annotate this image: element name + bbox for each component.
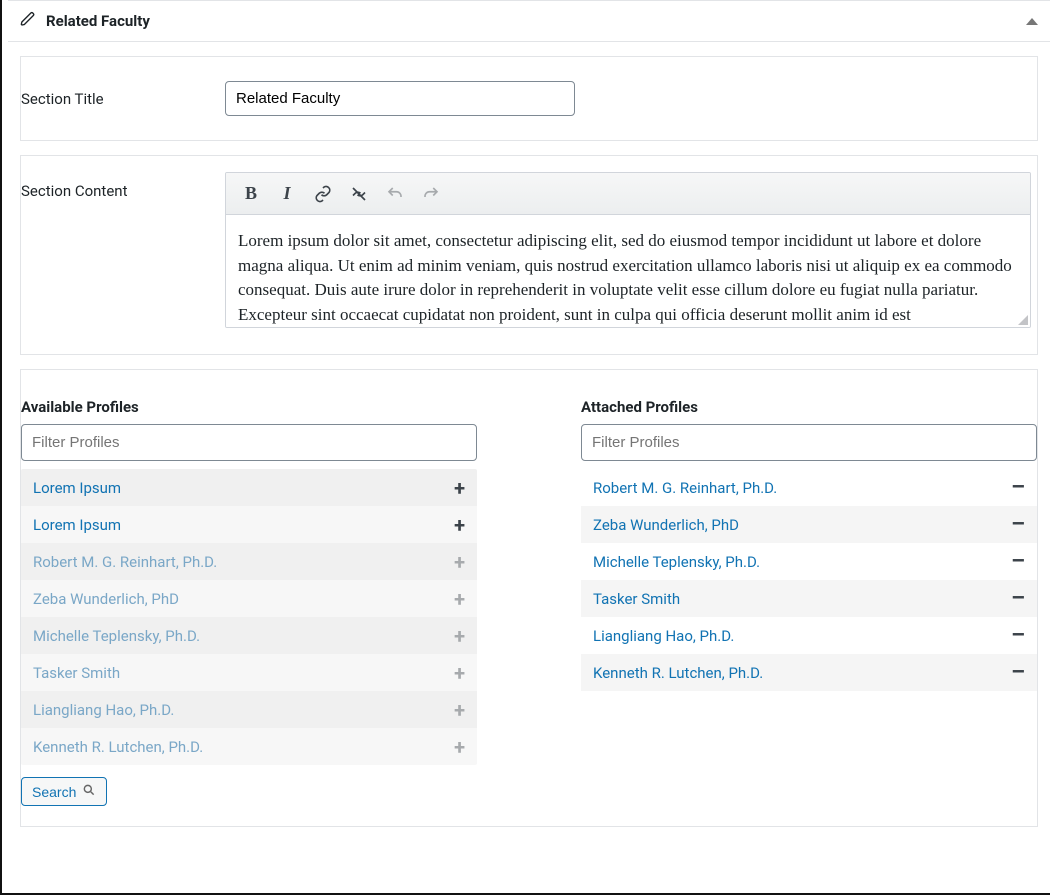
plus-icon[interactable]: + [454,661,465,685]
profile-name: Michelle Teplensky, Ph.D. [593,553,760,571]
redo-icon[interactable] [420,183,442,205]
profile-name: Michelle Teplensky, Ph.D. [33,627,200,645]
available-profile-item[interactable]: Lorem Ipsum + [21,506,477,543]
minus-icon[interactable]: – [1011,625,1025,647]
profile-name: Lorem Ipsum [33,479,121,497]
plus-icon[interactable]: + [454,587,465,611]
minus-icon[interactable]: – [1011,662,1025,684]
available-profiles-heading: Available Profiles [21,398,477,416]
attached-profile-item[interactable]: Liangliang Hao, Ph.D. – [581,617,1037,654]
panel-header[interactable]: Related Faculty [8,0,1050,42]
available-profiles-list: Lorem Ipsum+Lorem Ipsum+Robert M. G. Rei… [21,469,477,765]
available-profile-item[interactable]: Robert M. G. Reinhart, Ph.D. + [21,543,477,580]
collapse-icon[interactable] [1026,18,1038,25]
profile-name: Liangliang Hao, Ph.D. [33,701,174,719]
bold-icon[interactable]: B [240,183,262,205]
attached-profile-item[interactable]: Robert M. G. Reinhart, Ph.D. – [581,469,1037,506]
available-profile-item[interactable]: Kenneth R. Lutchen, Ph.D. + [21,728,477,765]
profile-name: Lorem Ipsum [33,516,121,534]
plus-icon[interactable]: + [454,698,465,722]
section-title-label: Section Title [21,90,225,108]
profile-name: Tasker Smith [33,664,120,682]
section-title-box: Section Title [20,56,1038,141]
attached-profiles-heading: Attached Profiles [581,398,1037,416]
profile-name: Liangliang Hao, Ph.D. [593,627,734,645]
attached-profile-item[interactable]: Michelle Teplensky, Ph.D. – [581,543,1037,580]
section-title-input[interactable] [225,81,575,116]
attached-profiles-list: Robert M. G. Reinhart, Ph.D.–Zeba Wunder… [581,469,1037,691]
profile-name: Tasker Smith [593,590,680,608]
plus-icon[interactable]: + [454,624,465,648]
editor-body[interactable]: Lorem ipsum dolor sit amet, consectetur … [226,215,1030,327]
resize-grip-icon[interactable] [1018,315,1028,325]
minus-icon[interactable]: – [1011,551,1025,573]
minus-icon[interactable]: – [1011,514,1025,536]
attached-profile-item[interactable]: Zeba Wunderlich, PhD – [581,506,1037,543]
profile-name: Zeba Wunderlich, PhD [33,590,179,608]
magnifier-icon [82,783,96,800]
attached-filter-input[interactable] [581,424,1037,461]
available-profile-item[interactable]: Zeba Wunderlich, PhD + [21,580,477,617]
profile-name: Zeba Wunderlich, PhD [593,516,739,534]
section-content-label: Section Content [21,172,225,200]
available-profile-item[interactable]: Liangliang Hao, Ph.D. + [21,691,477,728]
profile-name: Kenneth R. Lutchen, Ph.D. [593,664,763,682]
available-profile-item[interactable]: Michelle Teplensky, Ph.D. + [21,617,477,654]
editor-toolbar: B I [226,173,1030,215]
editor-body-text: Lorem ipsum dolor sit amet, consectetur … [238,231,1012,324]
minus-icon[interactable]: – [1011,588,1025,610]
available-profile-item[interactable]: Tasker Smith + [21,654,477,691]
available-filter-input[interactable] [21,424,477,461]
section-content-box: Section Content B I [20,155,1038,355]
attached-profile-item[interactable]: Tasker Smith – [581,580,1037,617]
profile-name: Robert M. G. Reinhart, Ph.D. [33,553,217,571]
available-profile-item[interactable]: Lorem Ipsum + [21,469,477,506]
search-button-label: Search [32,784,76,800]
plus-icon[interactable]: + [454,513,465,537]
plus-icon[interactable]: + [454,735,465,759]
minus-icon[interactable]: – [1011,477,1025,499]
link-icon[interactable] [312,183,334,205]
plus-icon[interactable]: + [454,550,465,574]
profile-name: Kenneth R. Lutchen, Ph.D. [33,738,203,756]
plus-icon[interactable]: + [454,476,465,500]
attached-profile-item[interactable]: Kenneth R. Lutchen, Ph.D. – [581,654,1037,691]
profile-name: Robert M. G. Reinhart, Ph.D. [593,479,777,497]
pencil-icon [20,11,36,31]
panel-title: Related Faculty [46,12,1026,30]
rich-text-editor: B I [225,172,1031,328]
profiles-box: Available Profiles Lorem Ipsum+Lorem Ips… [20,369,1038,827]
search-button[interactable]: Search [21,777,107,806]
italic-icon[interactable]: I [276,183,298,205]
undo-icon[interactable] [384,183,406,205]
unlink-icon[interactable] [348,183,370,205]
